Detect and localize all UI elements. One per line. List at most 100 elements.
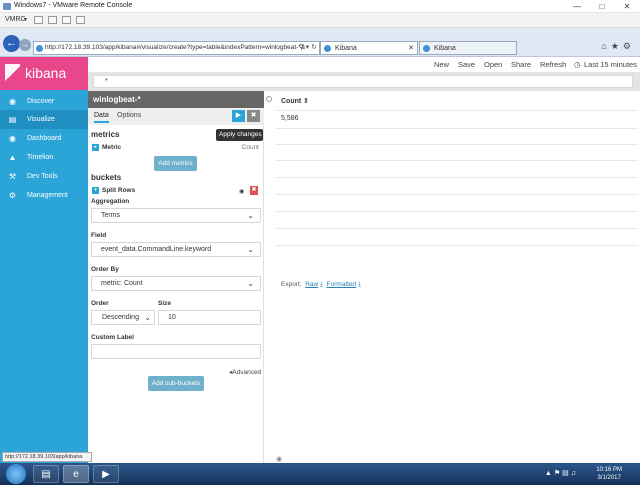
maximize-icon[interactable]: □ xyxy=(592,1,612,12)
sidebar-item-timelion[interactable]: ▲ Timelion xyxy=(0,148,88,167)
metric-agg-row[interactable]: ▸ Metric Count xyxy=(91,142,261,154)
menu-new[interactable]: New xyxy=(434,60,449,69)
table-divider xyxy=(276,228,638,229)
sidebar-item-dashboard[interactable]: ◉ Dashboard xyxy=(0,129,88,148)
address-bar[interactable]: http://172.18.39.103/app/kibana#/visuali… xyxy=(33,41,320,55)
chevron-down-icon[interactable]: ▾ xyxy=(92,187,99,194)
pause-icon[interactable] xyxy=(34,16,43,24)
menu-share[interactable]: Share xyxy=(511,60,531,69)
chevron-down-icon: ⌄ xyxy=(144,313,151,322)
start-button[interactable] xyxy=(6,464,26,484)
back-icon[interactable]: ← xyxy=(3,35,20,52)
table-divider xyxy=(276,177,638,178)
media-player-taskbar-icon[interactable]: ▶ xyxy=(93,465,119,483)
order-label: Order xyxy=(91,300,109,307)
vmrc-menu[interactable]: VMRC xyxy=(5,16,26,23)
taskbar-clock[interactable]: 10:16 PM 3/1/2017 xyxy=(596,466,622,482)
size-input[interactable]: 10 xyxy=(158,310,261,325)
discard-changes-button[interactable]: ✖ xyxy=(247,110,260,122)
address-tools-icon[interactable]: ⚲ ▾ ↻ xyxy=(299,43,317,51)
chevron-down-icon: ⌄ xyxy=(247,211,254,220)
search-input[interactable]: * xyxy=(93,75,633,88)
chevron-down-icon: ⌄ xyxy=(247,245,254,254)
sidebar-item-management[interactable]: ⚙ Management xyxy=(0,186,88,205)
export-label: Export: xyxy=(281,281,302,288)
close-icon[interactable]: ✕ xyxy=(617,1,637,12)
system-tray-icons[interactable]: ▲⚑▤♫ xyxy=(545,469,578,477)
table-divider xyxy=(276,245,638,246)
kibana-brand[interactable]: kibana xyxy=(0,57,88,90)
add-metrics-button[interactable]: Add metrics xyxy=(154,156,197,171)
metrics-heading: metrics xyxy=(91,130,120,139)
status-bar-url: http://172.18.39.103/app/kibana xyxy=(2,452,92,462)
table-divider xyxy=(276,144,638,145)
compass-icon: ◉ xyxy=(9,97,16,106)
brand-name: kibana xyxy=(25,65,67,81)
split-rows-row[interactable]: ▾ Split Rows xyxy=(91,185,261,197)
kibana-top-menu: New Save Open Share Refresh ◷ Last 15 mi… xyxy=(88,57,640,72)
add-sub-buckets-button[interactable]: Add sub-buckets xyxy=(148,376,204,391)
browser-tools-icons[interactable]: ⌂★⚙ xyxy=(601,41,635,52)
menu-save[interactable]: Save xyxy=(458,60,475,69)
sidebar-item-label: Dev Tools xyxy=(27,173,58,180)
count-column-header[interactable]: Count ⇕ xyxy=(281,97,309,105)
orderby-select[interactable]: metric: Count ⌄ xyxy=(91,276,261,291)
menu-open[interactable]: Open xyxy=(484,60,502,69)
export-formatted-link[interactable]: Formatted xyxy=(327,281,357,288)
browser-tab-2[interactable]: Kibana xyxy=(419,41,517,55)
order-select[interactable]: Descending ⌄ xyxy=(91,310,155,325)
table-divider xyxy=(276,194,638,195)
chevron-down-icon: ⌄ xyxy=(247,279,254,288)
export-raw-link[interactable]: Raw xyxy=(305,281,318,288)
collapse-panel-icon[interactable] xyxy=(266,96,272,102)
clock-icon: ◷ xyxy=(574,60,581,69)
tab-close-icon[interactable]: ✕ xyxy=(408,44,414,52)
orderby-value: metric: Count xyxy=(101,280,143,287)
kibana-logo-icon xyxy=(5,64,20,83)
vmrc-dropdown-icon[interactable]: ▾ xyxy=(24,16,27,23)
apply-changes-button[interactable]: ▶ xyxy=(232,110,245,122)
browser-tab-1[interactable]: Kibana ✕ xyxy=(320,41,418,55)
scroll-handle-icon[interactable]: ◉ xyxy=(276,455,282,463)
sidebar-item-label: Dashboard xyxy=(27,135,62,142)
minimize-icon[interactable]: — xyxy=(567,1,587,12)
fullscreen-icon[interactable] xyxy=(76,16,85,24)
tab-options[interactable]: Options xyxy=(117,112,141,119)
chevron-right-icon[interactable]: ▸ xyxy=(92,144,99,151)
menu-refresh[interactable]: Refresh xyxy=(540,60,566,69)
sidebar-item-label: Management xyxy=(27,192,68,199)
advanced-toggle[interactable]: ◂Advanced xyxy=(229,368,261,376)
count-header-label: Count xyxy=(281,98,302,105)
sidebar-item-discover[interactable]: ◉ Discover xyxy=(0,92,88,111)
aggregation-value: Terms xyxy=(101,212,121,219)
vmrc-toolbar: VMRC ▾ xyxy=(0,13,640,28)
forward-icon[interactable]: → xyxy=(19,39,31,51)
dashboard-icon: ◉ xyxy=(9,134,16,143)
clock-date: 3/1/2017 xyxy=(597,475,621,481)
sidebar-item-dev-tools[interactable]: ⚒ Dev Tools xyxy=(0,167,88,186)
send-keys-icon[interactable] xyxy=(48,16,57,24)
explorer-taskbar-icon[interactable]: ▤ xyxy=(33,465,59,483)
custom-label-input[interactable] xyxy=(91,344,261,359)
buckets-heading: buckets xyxy=(91,173,122,182)
vmware-icon xyxy=(3,3,11,10)
metric-label: Metric xyxy=(102,144,122,151)
display-icon[interactable] xyxy=(62,16,71,24)
time-picker[interactable]: Last 15 minutes xyxy=(584,60,637,69)
field-select[interactable]: event_data.CommandLine.keyword ⌄ xyxy=(91,242,261,257)
window-titlebar: Windows7 - VMware Remote Console — □ ✕ xyxy=(0,0,640,13)
sidebar-item-visualize[interactable]: ▤ Visualize xyxy=(0,110,88,129)
export-links: Export: Raw ⤓ Formatted ⤓ xyxy=(281,281,361,289)
windows-taskbar: ▤ e ▶ ▲⚑▤♫ 10:16 PM 3/1/2017 xyxy=(0,463,640,485)
vis-editor-panel: winlogbeat-* Data Options ▶ ✖ metrics ▸ … xyxy=(88,91,264,463)
toggle-visibility-icon[interactable]: ◉ xyxy=(239,188,247,195)
custom-label-label: Custom Label xyxy=(91,334,134,341)
ie-taskbar-icon[interactable]: e xyxy=(63,465,89,483)
tab-data[interactable]: Data xyxy=(94,112,109,123)
shield-icon: ▲ xyxy=(8,153,17,162)
clock-time: 10:16 PM xyxy=(596,467,622,473)
ie-page-icon xyxy=(324,45,331,52)
aggregation-select[interactable]: Terms ⌄ xyxy=(91,208,261,223)
remove-bucket-icon[interactable]: ✖ xyxy=(250,186,258,195)
orderby-label: Order By xyxy=(91,266,119,273)
